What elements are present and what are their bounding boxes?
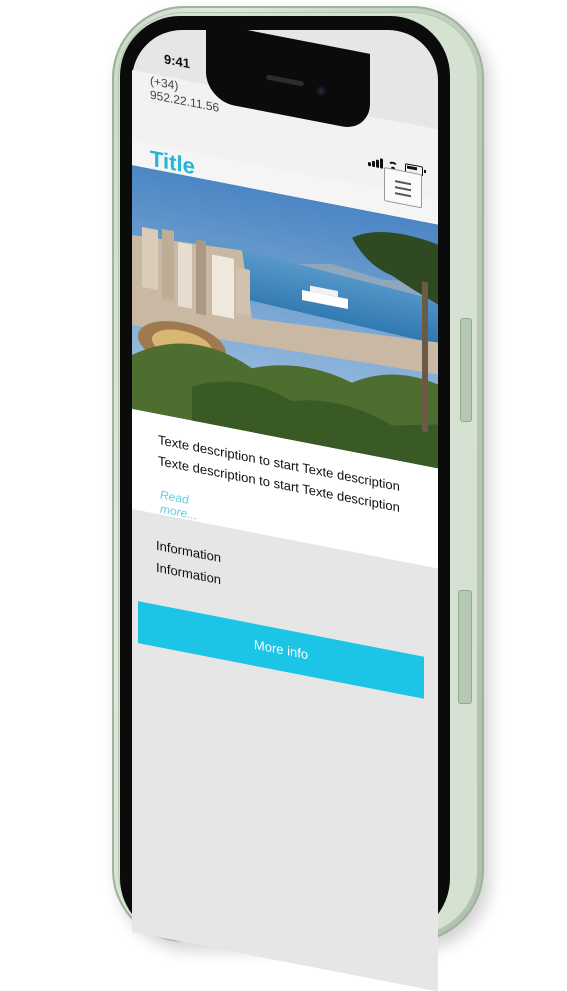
info-section (132, 512, 438, 991)
front-camera (316, 86, 326, 96)
volume-button (458, 590, 472, 704)
hamburger-menu-icon[interactable] (384, 166, 422, 209)
power-button (460, 318, 472, 422)
